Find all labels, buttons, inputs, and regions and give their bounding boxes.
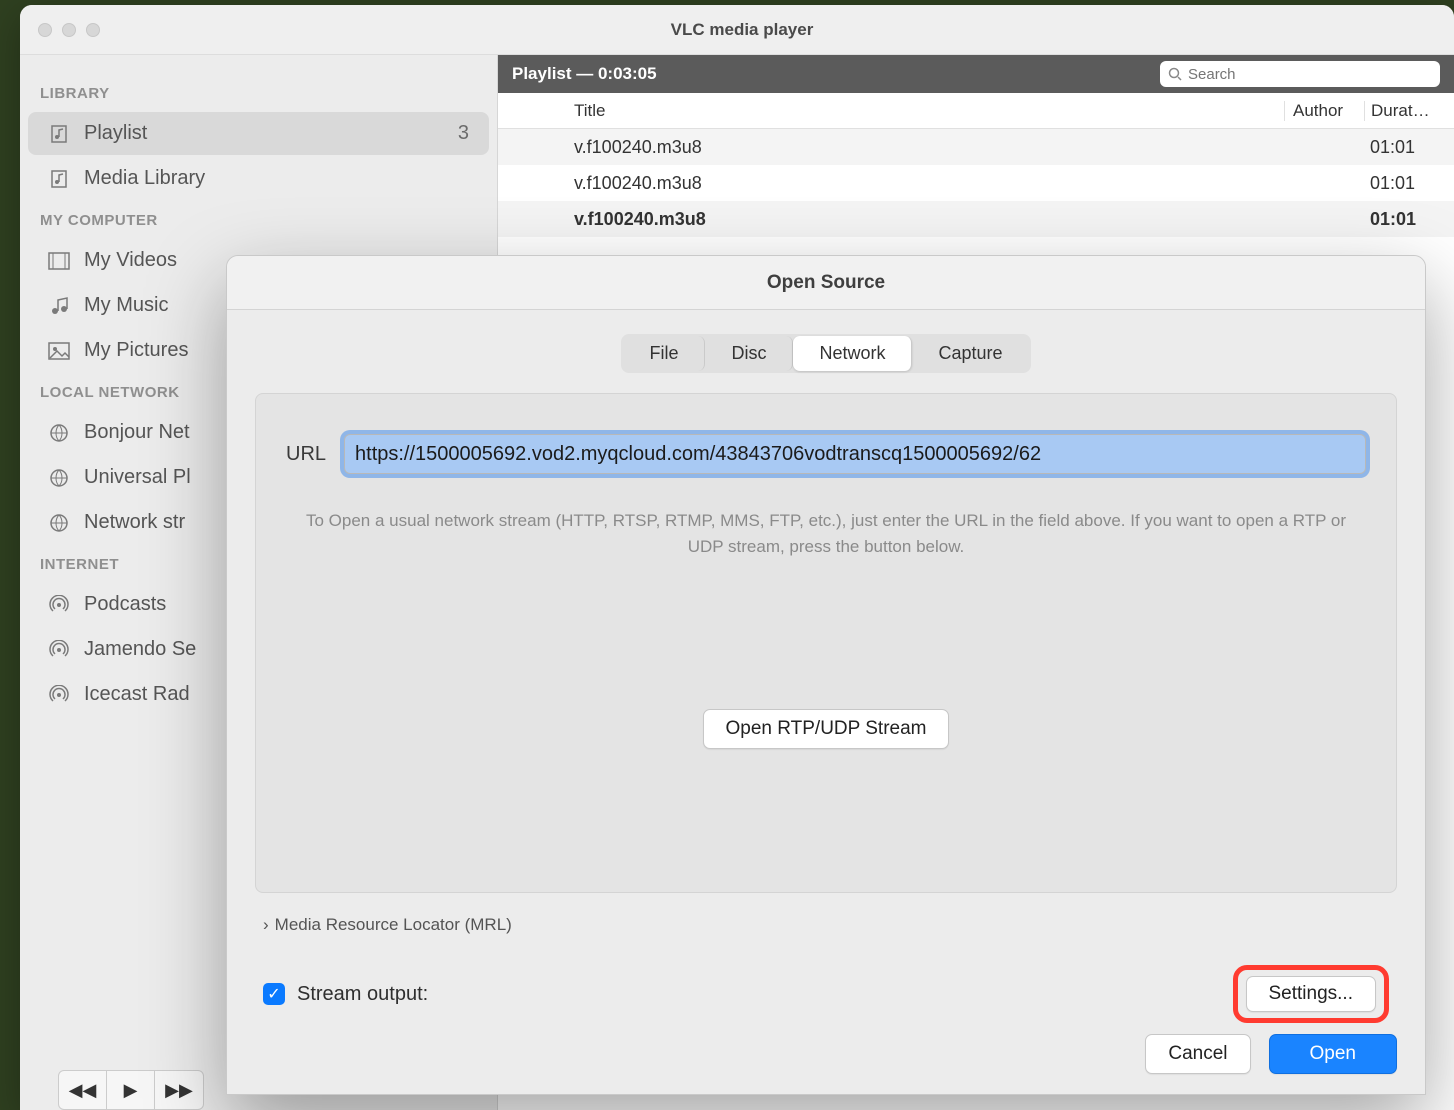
search-input[interactable]	[1188, 66, 1432, 83]
row-duration: 01:01	[1364, 137, 1454, 158]
sidebar-item-label: Podcasts	[84, 593, 166, 616]
settings-highlight: Settings...	[1233, 965, 1390, 1023]
table-row[interactable]: v.f100240.m3u8 01:01	[498, 201, 1454, 237]
sidebar-header-library: LIBRARY	[20, 75, 497, 110]
tabbar: File Disc Network Capture	[621, 334, 1030, 373]
playlist-header: Playlist — 0:03:05	[498, 55, 1454, 93]
sidebar-item-label: Bonjour Net	[84, 421, 190, 444]
globe-icon	[48, 512, 70, 534]
mrl-label: Media Resource Locator (MRL)	[275, 915, 512, 935]
sidebar-item-label: My Videos	[84, 249, 177, 272]
row-title: v.f100240.m3u8	[558, 209, 1284, 230]
tab-disc[interactable]: Disc	[705, 336, 793, 371]
sidebar-item-label: Media Library	[84, 167, 205, 190]
col-author[interactable]: Author	[1284, 101, 1364, 121]
stream-output-checkbox[interactable]: ✓	[263, 983, 285, 1005]
table-row[interactable]: v.f100240.m3u8 01:01	[498, 129, 1454, 165]
podcast-icon	[48, 639, 70, 661]
sidebar-item-label: Universal Pl	[84, 466, 191, 489]
sidebar-item-media-library[interactable]: Media Library	[28, 157, 489, 200]
sidebar-item-label: Playlist	[84, 122, 147, 145]
playback-controls: ◀◀ ▶ ▶▶	[58, 1070, 204, 1110]
playlist-icon	[48, 123, 70, 145]
window-title: VLC media player	[30, 20, 1454, 40]
podcast-icon	[48, 684, 70, 706]
play-button[interactable]: ▶	[107, 1071, 155, 1109]
url-label: URL	[286, 443, 326, 466]
col-duration[interactable]: Durat…	[1364, 101, 1454, 121]
prev-button[interactable]: ◀◀	[59, 1071, 107, 1109]
hint-text: To Open a usual network stream (HTTP, RT…	[286, 508, 1366, 559]
stream-output-row: ✓ Stream output: Settings...	[263, 965, 1389, 1023]
column-headers: Title Author Durat…	[498, 93, 1454, 129]
sidebar-item-label: My Music	[84, 294, 168, 317]
tab-file[interactable]: File	[623, 336, 705, 371]
row-title: v.f100240.m3u8	[558, 173, 1284, 194]
globe-icon	[48, 422, 70, 444]
tab-network[interactable]: Network	[793, 336, 912, 371]
tab-capture[interactable]: Capture	[912, 336, 1028, 371]
open-source-dialog: Open Source File Disc Network Capture UR…	[226, 255, 1426, 1095]
settings-button[interactable]: Settings...	[1246, 976, 1377, 1012]
url-row: URL	[286, 434, 1366, 474]
row-duration: 01:01	[1364, 173, 1454, 194]
playlist-rows: v.f100240.m3u8 01:01 v.f100240.m3u8 01:0…	[498, 129, 1454, 237]
table-row[interactable]: v.f100240.m3u8 01:01	[498, 165, 1454, 201]
pictures-icon	[48, 340, 70, 362]
music-icon	[48, 295, 70, 317]
open-button[interactable]: Open	[1269, 1034, 1397, 1074]
sidebar-item-label: Jamendo Se	[84, 638, 196, 661]
search-icon	[1168, 67, 1182, 81]
titlebar: VLC media player	[20, 5, 1454, 55]
next-button[interactable]: ▶▶	[155, 1071, 203, 1109]
playlist-header-text: Playlist — 0:03:05	[512, 64, 657, 84]
sidebar-item-label: Icecast Rad	[84, 683, 190, 706]
dialog-title: Open Source	[227, 256, 1425, 310]
col-title[interactable]: Title	[558, 101, 1284, 121]
tabs: File Disc Network Capture	[227, 334, 1425, 373]
mrl-disclosure[interactable]: › Media Resource Locator (MRL)	[263, 915, 1389, 935]
sidebar-item-label: Network str	[84, 511, 185, 534]
podcast-icon	[48, 594, 70, 616]
sidebar-header-mycomputer: MY COMPUTER	[20, 202, 497, 237]
row-title: v.f100240.m3u8	[558, 137, 1284, 158]
network-panel: URL To Open a usual network stream (HTTP…	[255, 393, 1397, 893]
sidebar-item-count: 3	[458, 122, 469, 145]
stream-output-label: Stream output:	[297, 983, 428, 1006]
url-input[interactable]	[344, 434, 1366, 474]
video-icon	[48, 250, 70, 272]
search-box[interactable]	[1160, 61, 1440, 87]
sidebar-item-label: My Pictures	[84, 339, 188, 362]
row-duration: 01:01	[1364, 209, 1454, 230]
chevron-right-icon: ›	[263, 915, 269, 935]
globe-icon	[48, 467, 70, 489]
media-library-icon	[48, 168, 70, 190]
open-rtp-button[interactable]: Open RTP/UDP Stream	[703, 709, 950, 749]
dialog-footer: Cancel Open	[1145, 1034, 1397, 1074]
cancel-button[interactable]: Cancel	[1145, 1034, 1250, 1074]
sidebar-item-playlist[interactable]: Playlist 3	[28, 112, 489, 155]
